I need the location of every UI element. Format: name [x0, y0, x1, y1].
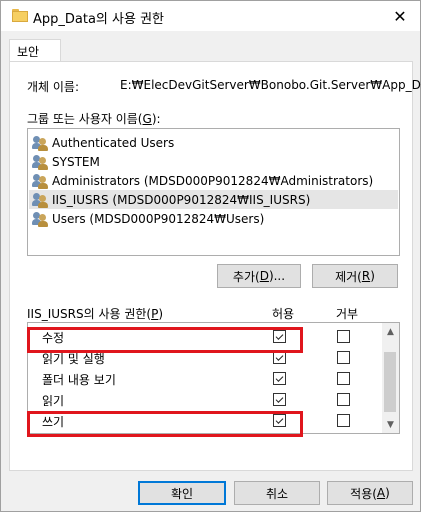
highlight-write	[27, 411, 303, 437]
permission-row-read: 읽기	[28, 389, 383, 410]
object-name-label: 개체 이름:	[27, 80, 80, 94]
list-item-selected[interactable]: IIS_IUSRS (MDSD000P9012824₩IIS_IUSRS)	[29, 190, 398, 209]
permissions-label: IIS_IUSRS의 사용 권한(P)	[27, 307, 164, 321]
security-panel: 개체 이름: E:₩ElecDevGitServer₩Bonobo.Git.Se…	[9, 61, 421, 471]
list-item[interactable]: SYSTEM	[29, 152, 398, 171]
title-bar: App_Data의 사용 권한 ✕	[1, 1, 420, 31]
users-icon	[32, 173, 48, 189]
users-icon	[32, 154, 48, 170]
tab-security[interactable]: 보안	[9, 39, 61, 62]
permission-scrollbar[interactable]: ▲ ▼	[382, 323, 399, 433]
deny-checkbox[interactable]	[337, 351, 350, 364]
scroll-down-icon[interactable]: ▼	[382, 416, 399, 433]
deny-checkbox[interactable]	[337, 330, 350, 343]
ok-button[interactable]: 확인	[138, 481, 226, 505]
close-icon: ✕	[393, 6, 407, 26]
cancel-button[interactable]: 취소	[234, 481, 320, 505]
list-item[interactable]: Users (MDSD000P9012824₩Users)	[29, 209, 398, 228]
highlight-modify	[27, 327, 303, 353]
object-name-value: E:₩ElecDevGitServer₩Bonobo.Git.Server₩Ap…	[120, 78, 421, 92]
deny-checkbox[interactable]	[337, 372, 350, 385]
allow-column-header: 허용	[272, 307, 295, 321]
permission-row-list-folder: 폴더 내용 보기	[28, 368, 383, 389]
checkmark-icon	[275, 373, 284, 382]
folder-icon	[12, 9, 28, 22]
users-icon	[32, 135, 48, 151]
allow-checkbox[interactable]	[273, 372, 286, 385]
deny-checkbox[interactable]	[337, 393, 350, 406]
apply-button[interactable]: 적용(A)	[327, 481, 413, 505]
users-icon	[32, 192, 48, 208]
group-user-list[interactable]: Authenticated Users SYSTEM Administrator…	[27, 128, 400, 256]
deny-column-header: 거부	[336, 307, 359, 321]
scroll-up-icon[interactable]: ▲	[382, 323, 399, 340]
checkmark-icon	[275, 352, 284, 361]
groups-label: 그룹 또는 사용자 이름(G):	[27, 112, 161, 126]
remove-button[interactable]: 제거(R)	[312, 264, 398, 288]
checkmark-icon	[275, 394, 284, 403]
window-title: App_Data의 사용 권한	[33, 12, 165, 27]
list-item[interactable]: Administrators (MDSD000P9012824₩Administ…	[29, 171, 398, 190]
deny-checkbox[interactable]	[337, 414, 350, 427]
scroll-thumb[interactable]	[384, 352, 396, 412]
users-icon	[32, 211, 48, 227]
close-button[interactable]: ✕	[386, 5, 414, 27]
allow-checkbox[interactable]	[273, 393, 286, 406]
permissions-dialog: App_Data의 사용 권한 ✕ 보안 개체 이름: E:₩ElecDevGi…	[0, 0, 421, 512]
list-item[interactable]: Authenticated Users	[29, 133, 398, 152]
add-button[interactable]: 추가(D)...	[217, 264, 301, 288]
